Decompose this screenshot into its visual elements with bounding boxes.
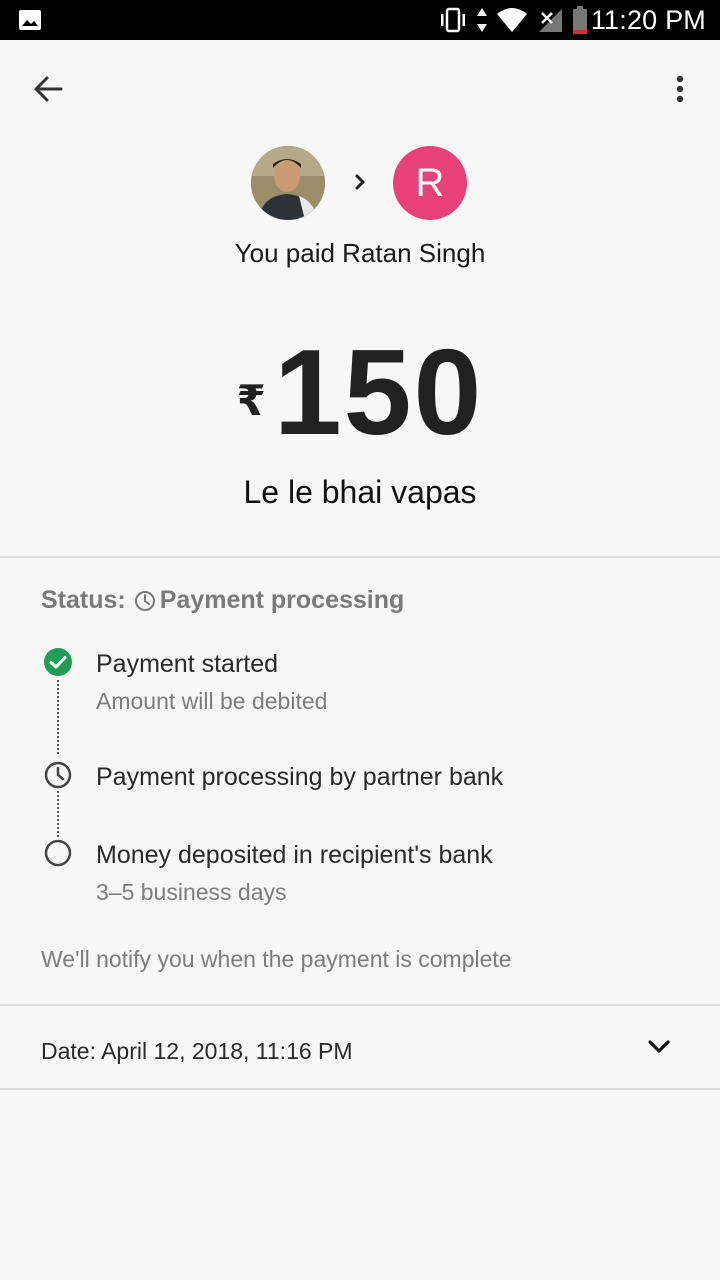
sender-avatar [251,146,325,220]
battery-icon [573,6,587,34]
wifi-icon [497,8,527,32]
check-circle-icon [44,648,72,676]
currency-symbol: ₹ [236,377,266,424]
step-title: Payment started [96,650,279,678]
more-vert-icon [676,75,684,103]
recipient-avatar: R [393,146,467,220]
more-options-button[interactable] [662,68,698,110]
chevron-down-icon[interactable] [646,1036,672,1058]
date-details-row[interactable]: Date: April 12, 2018, 11:16 PM [0,1006,720,1088]
step-subtitle: Amount will be debited [96,688,328,714]
payment-status: Status: Payment processing [41,586,404,615]
data-arrows-icon [477,8,487,32]
step-title: Payment processing by partner bank [96,763,504,791]
divider [0,556,720,558]
step-subtitle: 3–5 business days [96,879,287,905]
vibrate-icon [441,7,465,33]
amount-display: ₹150 [0,326,720,458]
status-bar: 11:20 PM [0,0,720,40]
timeline-connector [57,791,61,837]
notify-message: We'll notify you when the payment is com… [41,946,512,972]
amount-value: 150 [273,324,484,460]
clock-time: 11:20 PM [590,5,706,35]
payment-recipient-text: You paid Ratan Singh [234,238,486,268]
transfer-avatars: R [0,146,720,222]
chevron-right-icon [355,174,365,190]
divider [0,1088,720,1090]
step-title: Money deposited in recipient's bank [96,841,493,869]
timeline-connector [57,680,61,754]
sender-photo [251,146,325,220]
back-button[interactable] [24,68,72,110]
transaction-date: Date: April 12, 2018, 11:16 PM [41,1038,353,1064]
clock-icon [134,590,155,611]
status-icons [438,6,588,34]
gallery-icon [19,10,41,30]
arrow-back-icon [34,76,63,102]
empty-circle-icon [44,839,72,867]
status-value: Payment processing [159,586,405,614]
status-label: Status: [41,586,126,614]
payment-note: Le le bhai vapas [243,474,477,510]
no-signal-icon [539,9,562,32]
clock-icon [44,761,72,789]
